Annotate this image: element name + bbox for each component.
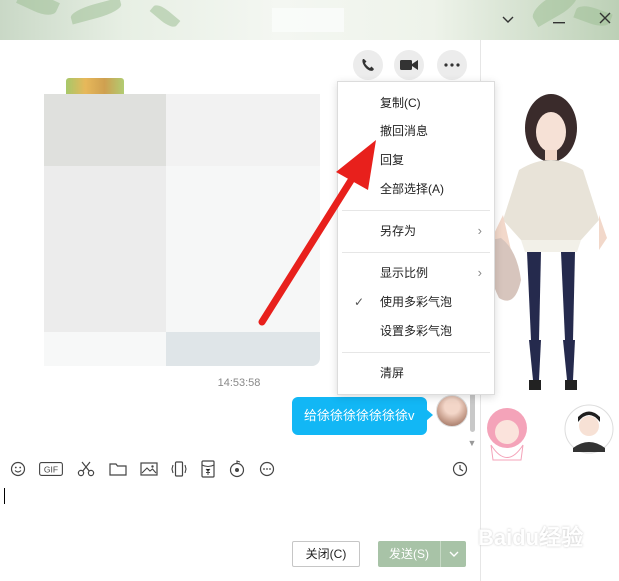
close-button[interactable]: 关闭(C) (292, 541, 360, 567)
avatar[interactable] (436, 395, 468, 427)
phone-icon[interactable] (353, 50, 383, 80)
menu-item-label: 使用多彩气泡 (380, 295, 453, 309)
send-options-dropdown[interactable] (440, 541, 466, 567)
minimize-icon[interactable] (548, 8, 570, 30)
gif-icon[interactable]: GIF (39, 459, 63, 479)
message-timestamp: 14:53:58 (217, 377, 261, 389)
emoji-icon[interactable] (8, 459, 28, 479)
menu-item-label: 复制(C) (380, 96, 421, 110)
submenu-arrow-icon: › (477, 223, 482, 238)
sticker-thumbnail (66, 78, 124, 94)
menu-item[interactable]: 清屏 (338, 360, 494, 386)
blurred-image-tile (44, 94, 166, 166)
watermark-text: Baidu经验 (478, 525, 584, 550)
video-call-icon[interactable] (394, 50, 424, 80)
menu-item[interactable]: 复制(C) (338, 90, 494, 116)
title-bar (0, 0, 619, 40)
bamboo-leaf-decoration (149, 1, 181, 31)
chevron-down-icon[interactable] (497, 8, 519, 30)
outgoing-message-bubble[interactable]: 给徐徐徐徐徐徐徐v (292, 397, 433, 435)
menu-separator (342, 352, 490, 353)
shake-icon[interactable] (169, 459, 189, 479)
blurred-image-tile (44, 332, 166, 366)
annotation-arrow (258, 140, 376, 326)
send-button[interactable]: 发送(S) (378, 541, 440, 567)
screenshot-scissors-icon[interactable] (76, 459, 96, 479)
contact-name-area (272, 8, 344, 32)
close-icon[interactable] (594, 8, 616, 30)
red-packet-icon[interactable] (198, 459, 218, 479)
submenu-arrow-icon: › (477, 265, 482, 280)
music-icon[interactable] (227, 459, 247, 479)
bamboo-leaf-decoration (16, 0, 60, 20)
folder-icon[interactable] (108, 459, 128, 479)
blurred-image-tile (44, 166, 166, 332)
blurred-image-tile (166, 332, 320, 366)
text-caret (4, 488, 5, 504)
message-input[interactable] (0, 483, 480, 541)
history-clock-icon[interactable] (450, 459, 470, 479)
scroll-down-arrow-icon[interactable]: ▼ (466, 437, 478, 449)
chevron-down-icon (449, 551, 458, 557)
menu-item-label: 设置多彩气泡 (380, 324, 453, 338)
bamboo-leaf-decoration (69, 0, 123, 25)
character-illustration (487, 94, 614, 461)
image-icon[interactable] (139, 459, 159, 479)
more-tools-icon[interactable] (257, 459, 277, 479)
character-show-panel (480, 40, 619, 581)
svg-text:GIF: GIF (44, 465, 58, 475)
menu-item-label: 清屏 (380, 366, 405, 380)
more-icon[interactable] (437, 50, 467, 80)
